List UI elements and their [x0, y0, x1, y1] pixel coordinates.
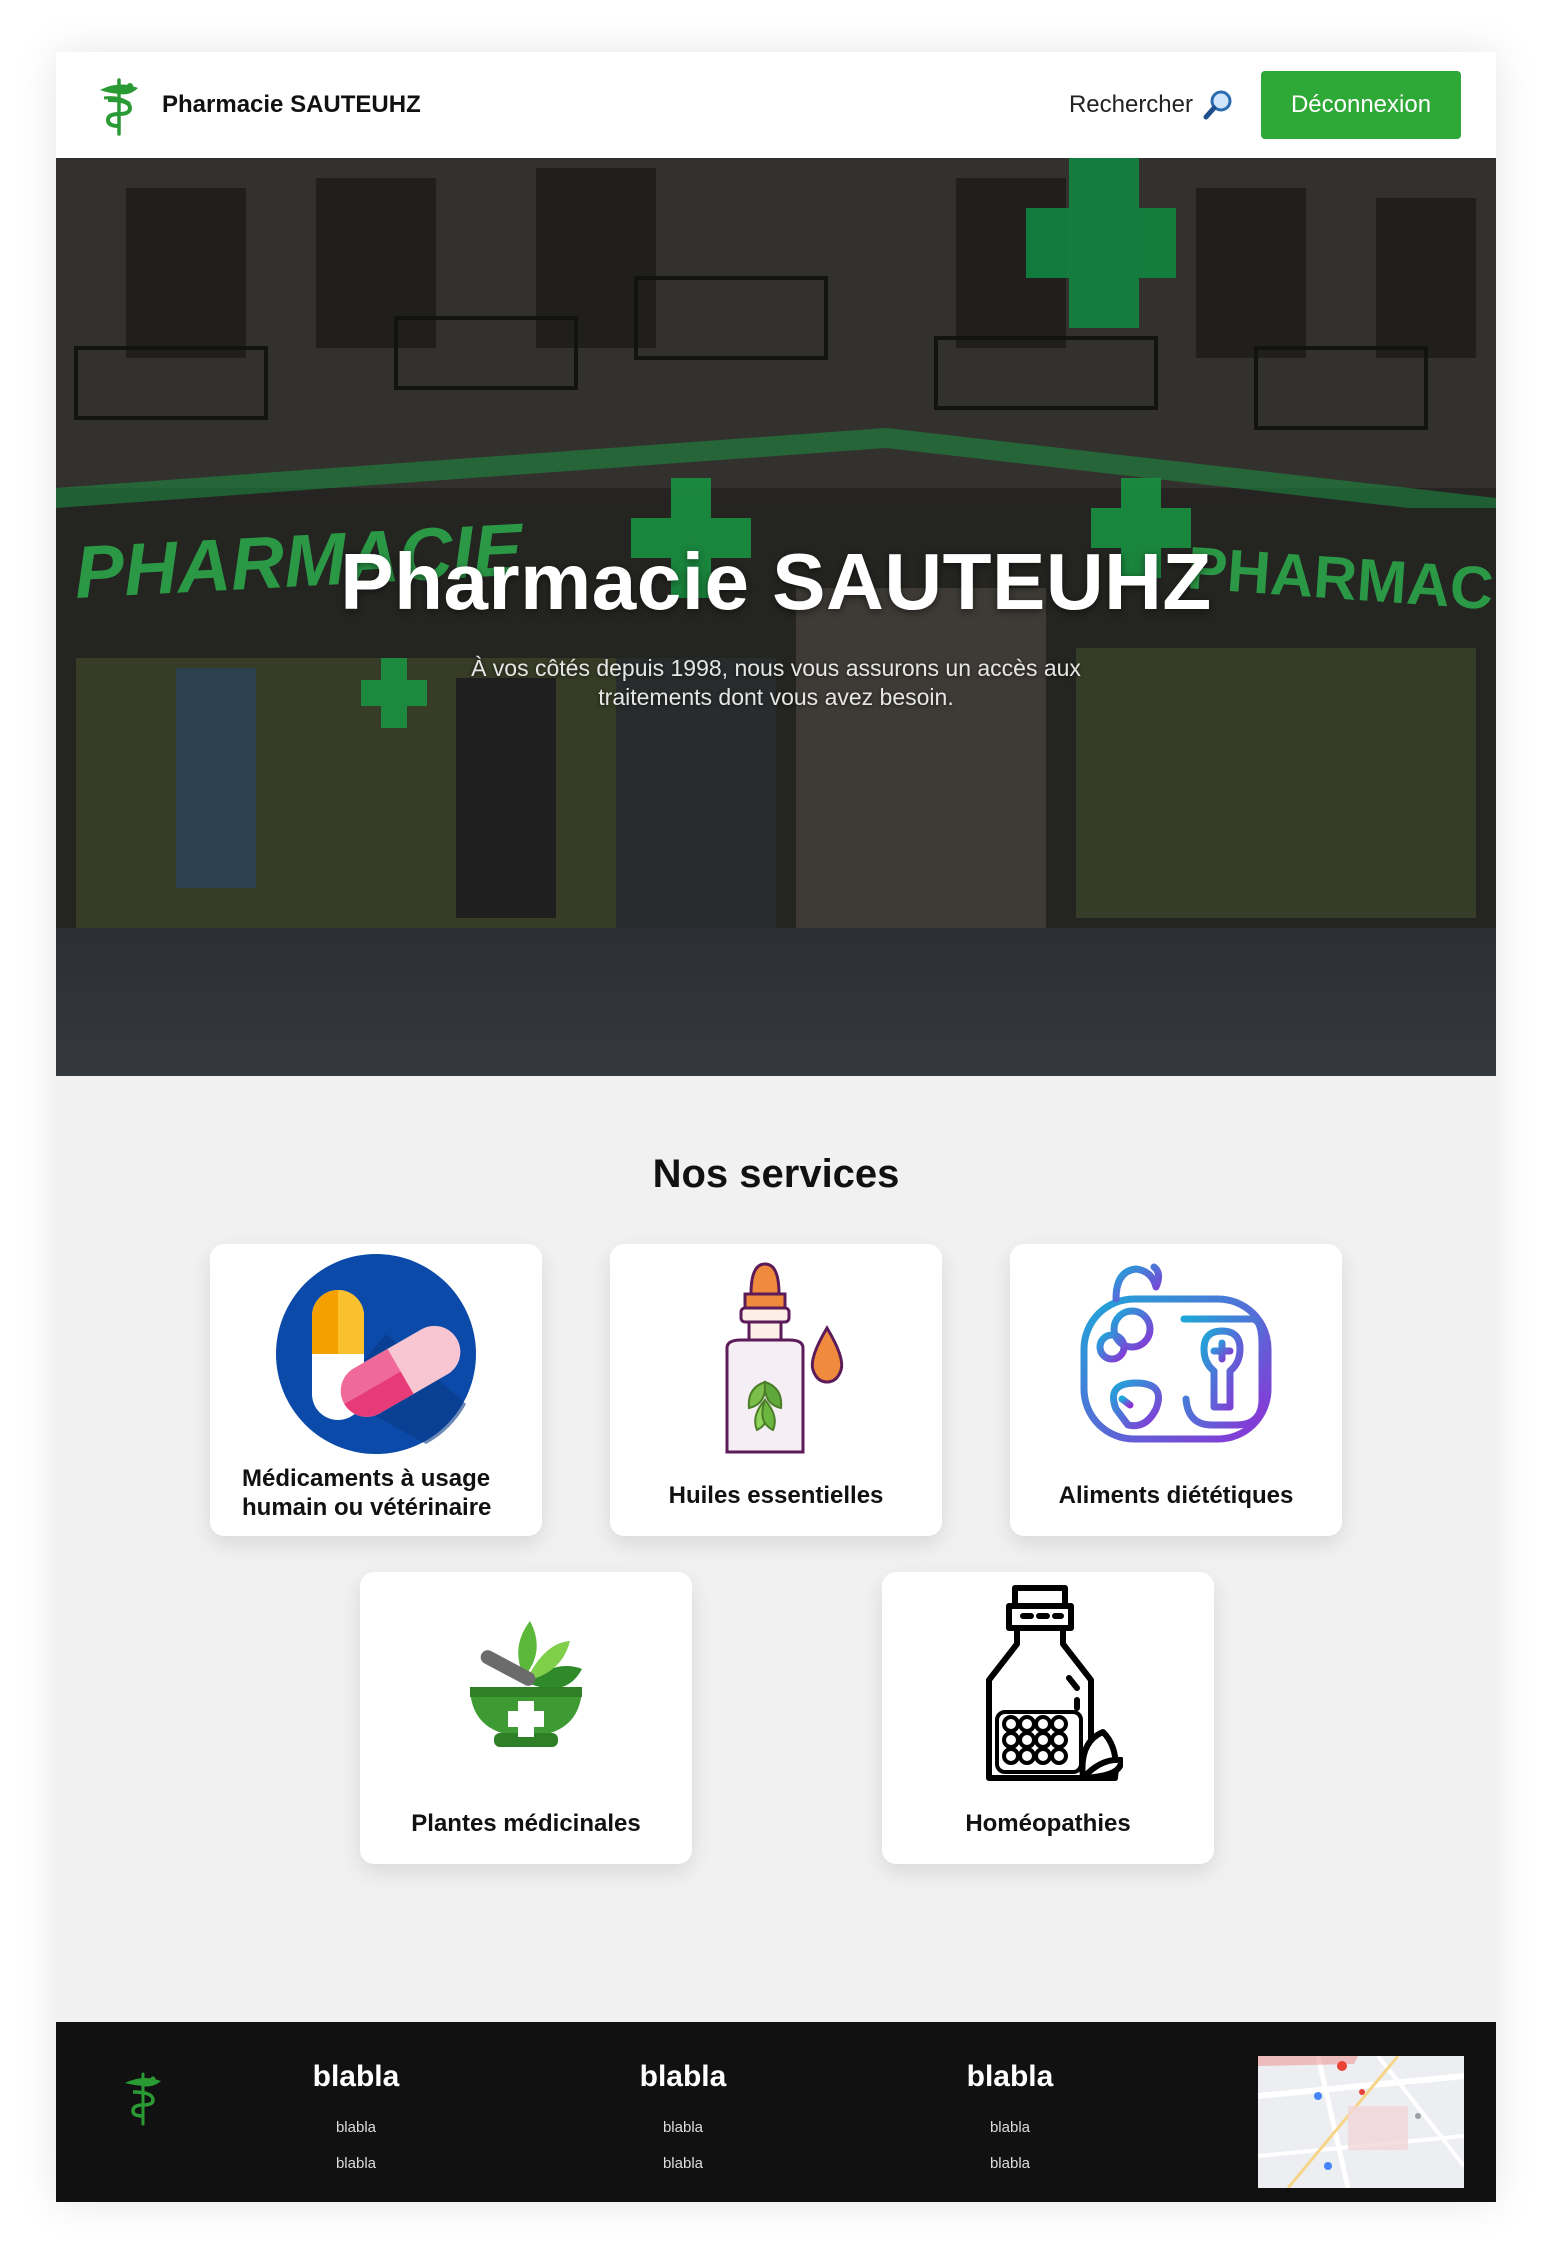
brand[interactable]: Pharmacie SAUTEUHZ — [90, 74, 421, 136]
service-label: Médicaments à usage humain ou vétérinair… — [242, 1465, 492, 1521]
homeopathy-bottle-icon — [943, 1582, 1153, 1782]
caduceus-logo-icon — [100, 78, 138, 136]
mortar-herbs-icon — [421, 1582, 631, 1782]
service-label: Plantes médicinales — [411, 1810, 641, 1837]
header-actions: Rechercher Déconnexion — [1069, 71, 1461, 139]
service-card-huiles[interactable]: Huiles essentielles — [610, 1244, 942, 1536]
footer-column: blabla blabla blabla — [583, 2060, 783, 2182]
location-map[interactable] — [1258, 2056, 1464, 2188]
footer-column-title: blabla — [312, 2060, 400, 2093]
hero-banner: PHARMACIE PHARMACIE Pharmacie SAUTEUHZ À… — [56, 158, 1496, 1076]
footer-link[interactable]: blabla — [256, 2146, 456, 2182]
site-footer: blabla blabla blabla blabla blabla blabl… — [56, 2022, 1496, 2202]
search-label: Rechercher — [1068, 91, 1193, 118]
service-card-medicaments[interactable]: Médicaments à usage humain ou vétérinair… — [210, 1244, 542, 1536]
footer-link[interactable]: blabla — [583, 2146, 783, 2182]
caduceus-logo-icon[interactable] — [116, 2068, 170, 2126]
footer-column: blabla blabla blabla — [256, 2060, 456, 2182]
hero-text: Pharmacie SAUTEUHZ À vos côtés depuis 19… — [56, 536, 1496, 712]
page-frame: Pharmacie SAUTEUHZ Rechercher Déconnexio… — [56, 52, 1496, 2202]
logout-button[interactable]: Déconnexion — [1261, 71, 1461, 139]
service-card-homeopathies[interactable]: Homéopathies — [882, 1572, 1214, 1864]
service-label: Huiles essentielles — [668, 1482, 884, 1509]
footer-column-title: blabla — [639, 2060, 727, 2093]
footer-link[interactable]: blabla — [583, 2110, 783, 2146]
footer-column: blabla blabla blabla — [910, 2060, 1110, 2182]
services-title: Nos services — [652, 1152, 900, 1196]
diet-food-tray-icon — [1071, 1254, 1281, 1454]
footer-link[interactable]: blabla — [910, 2110, 1110, 2146]
hero-title: Pharmacie SAUTEUHZ — [340, 537, 1212, 626]
footer-link[interactable]: blabla — [256, 2110, 456, 2146]
service-label: Homéopathies — [965, 1810, 1131, 1837]
footer-column-title: blabla — [966, 2060, 1054, 2093]
brand-name: Pharmacie SAUTEUHZ — [162, 91, 421, 118]
pill-capsule-icon — [271, 1254, 481, 1454]
search-link[interactable]: Rechercher — [1069, 88, 1235, 122]
hero-subtitle: À vos côtés depuis 1998, nous vous assur… — [471, 655, 1081, 710]
service-card-plantes[interactable]: Plantes médicinales — [360, 1572, 692, 1864]
service-label: Aliments diététiques — [1058, 1482, 1294, 1509]
footer-link[interactable]: blabla — [910, 2146, 1110, 2182]
magnifier-icon — [1203, 90, 1232, 120]
service-card-aliments[interactable]: Aliments diététiques — [1010, 1244, 1342, 1536]
site-header: Pharmacie SAUTEUHZ Rechercher Déconnexio… — [56, 52, 1496, 158]
essential-oil-dropper-icon — [671, 1254, 881, 1454]
